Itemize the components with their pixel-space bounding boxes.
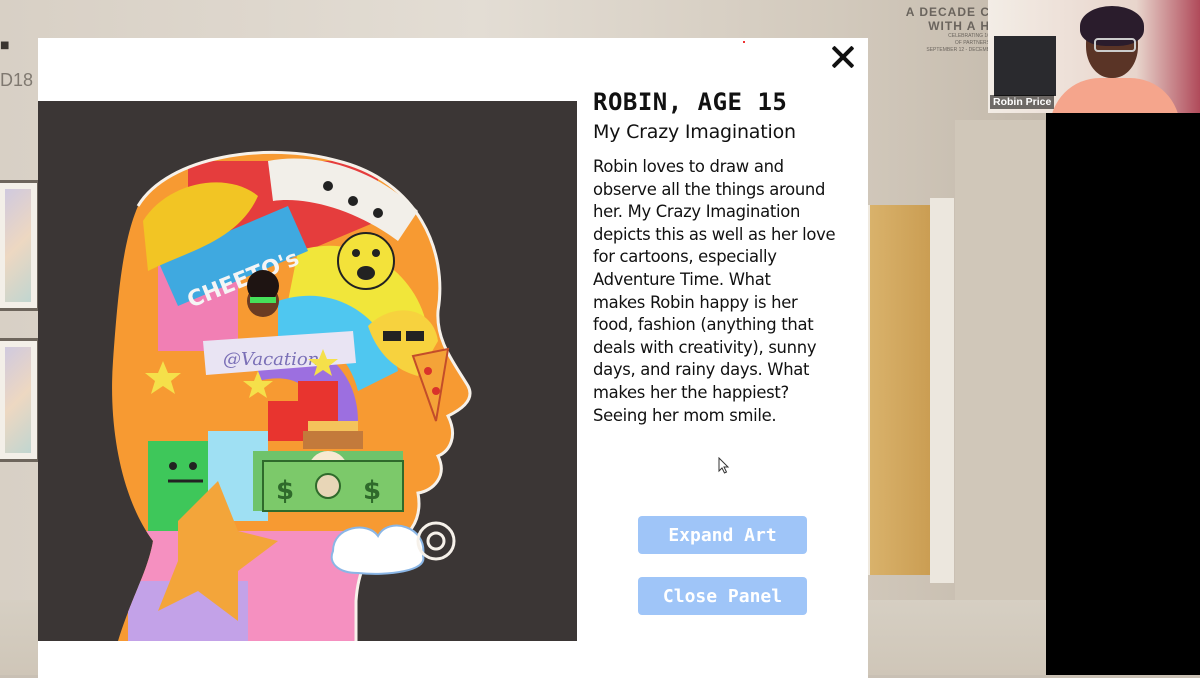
art-info-panel: ROBIN, AGE 15 My Crazy Imagination Robin… (593, 88, 853, 427)
artwork-description: Robin loves to draw and observe all the … (593, 156, 853, 427)
description-line: makes her the happiest? (593, 382, 789, 402)
description-line: her. My Crazy Imagination (593, 202, 801, 222)
description-line: makes Robin happy is her (593, 292, 798, 312)
close-icon[interactable] (828, 42, 858, 72)
description-line: depicts this as well as her love (593, 224, 836, 244)
background-painting (994, 36, 1056, 96)
description-line: for cartoons, especially (593, 247, 777, 267)
description-line: observe all the things around (593, 179, 826, 199)
art-detail-modal: CHEETO's @Vacation $ $ ROBIN, AGE 15 My … (38, 38, 868, 678)
description-line: Adventure Time. What (593, 269, 771, 289)
video-gutter (1046, 113, 1200, 675)
svg-text:$: $ (276, 476, 294, 506)
mouse-cursor-icon (718, 457, 730, 474)
close-panel-button[interactable]: Close Panel (638, 577, 807, 615)
exhibit-sign: A DECADE C WITH A H CELEBRATING 10 OF PA… (905, 5, 990, 53)
background-mark: ■ (0, 40, 10, 51)
background-left-text: D18 (0, 70, 34, 90)
description-line: food, fashion (anything that (593, 315, 814, 335)
description-line: Robin loves to draw and (593, 157, 784, 176)
expand-art-button[interactable]: Expand Art (638, 516, 807, 554)
banner-text: @Vacation (223, 349, 319, 370)
wall-frame (0, 180, 40, 311)
artwork-title: My Crazy Imagination (593, 121, 796, 143)
description-line: deals with creativity), sunny (593, 337, 817, 357)
description-line: days, and rainy days. What (593, 360, 810, 380)
artwork-image: CHEETO's @Vacation $ $ (38, 101, 577, 641)
participant-video-tile[interactable]: Robin Price (988, 0, 1200, 113)
participant-glasses (1094, 38, 1136, 52)
artist-heading: ROBIN, AGE 15 (593, 88, 788, 116)
participant-name-label: Robin Price (990, 95, 1055, 109)
wall-frame (0, 338, 40, 462)
gallery-door (866, 205, 940, 575)
svg-text:$: $ (363, 476, 381, 506)
indicator-dot (743, 41, 745, 43)
door-frame (930, 198, 954, 583)
gallery-wall-side (955, 120, 1045, 600)
description-line: Seeing her mom smile. (593, 405, 777, 425)
